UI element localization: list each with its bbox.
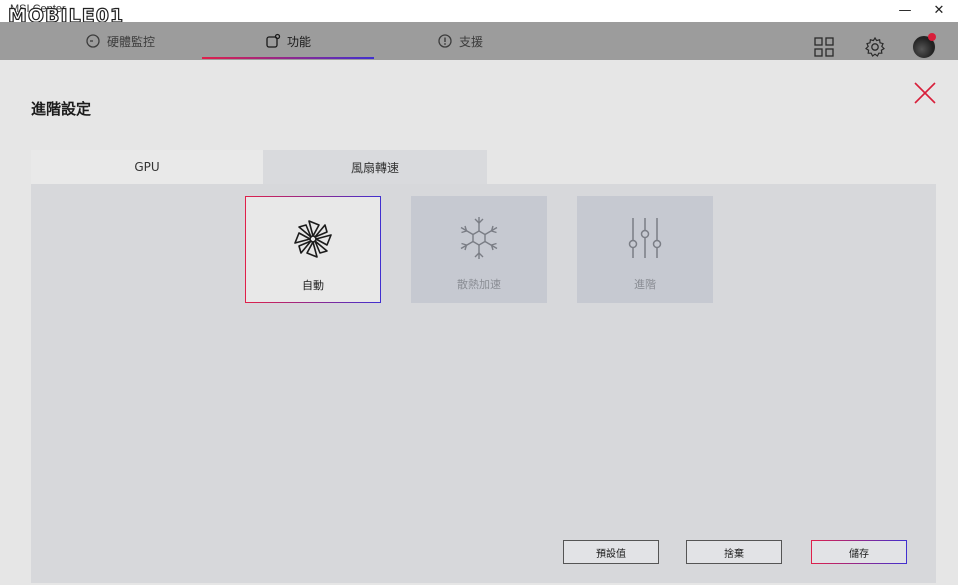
tab-support[interactable]: 支援: [420, 22, 500, 60]
snowflake-icon: [460, 217, 498, 259]
mode-label: 自動: [302, 279, 324, 292]
gauge-icon: [86, 34, 100, 48]
sliders-icon: [628, 218, 662, 258]
support-icon: [438, 34, 452, 48]
window-close-button[interactable]: ✕: [926, 2, 952, 20]
mode-auto-card[interactable]: 自動: [245, 196, 381, 303]
active-tab-indicator: [202, 57, 374, 59]
close-icon[interactable]: [912, 80, 938, 106]
tab-label: 支援: [458, 34, 483, 49]
subtab-label: GPU: [134, 160, 160, 174]
discard-button[interactable]: 捨棄: [686, 540, 782, 564]
gear-icon[interactable]: [864, 36, 886, 58]
subtab-gpu[interactable]: GPU: [31, 150, 263, 184]
default-button[interactable]: 預設值: [563, 540, 659, 564]
tab-label: 功能: [286, 34, 311, 49]
minimize-button[interactable]: —: [892, 2, 918, 20]
tab-features[interactable]: 功能: [240, 22, 336, 60]
mode-label: 進階: [634, 278, 656, 291]
subtab-fan-speed[interactable]: 風扇轉速: [263, 150, 487, 184]
save-button[interactable]: 儲存: [811, 540, 907, 564]
msi-center-window: MSI Center MOBILE01 — ✕ 硬體監控 功能 支援 進階設定 …: [0, 0, 958, 585]
grid-icon[interactable]: [813, 36, 835, 58]
tab-label: 硬體監控: [106, 34, 155, 49]
main-nav: 硬體監控 功能 支援: [0, 22, 958, 60]
subtab-label: 風扇轉速: [350, 160, 399, 175]
page-title: 進階設定: [31, 100, 92, 118]
mode-cooler-boost-card[interactable]: 散熱加速: [411, 196, 547, 303]
title-bar: MSI Center MOBILE01 — ✕: [0, 0, 958, 28]
notification-dot: [928, 33, 936, 41]
tab-hardware-monitor[interactable]: 硬體監控: [70, 22, 170, 60]
mode-advanced-card[interactable]: 進階: [577, 196, 713, 303]
fan-icon: [294, 220, 332, 258]
feature-icon: [266, 33, 281, 48]
mode-label: 散熱加速: [457, 278, 501, 291]
